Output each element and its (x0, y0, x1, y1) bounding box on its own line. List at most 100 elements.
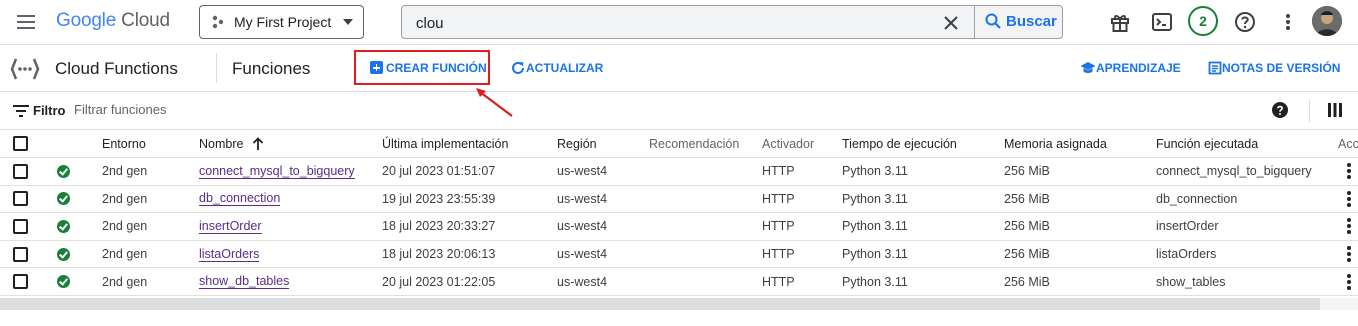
more-vert-icon[interactable] (1276, 10, 1300, 34)
cell-entorno: 2nd gen (102, 247, 148, 262)
cell-memoria: 256 MiB (1004, 247, 1050, 262)
filter-label: Filtro (33, 103, 66, 118)
column-header-tiempo[interactable]: Tiempo de ejecución (842, 130, 957, 157)
status-ok-icon (57, 219, 70, 233)
row-checkbox[interactable] (13, 163, 28, 179)
column-header-region[interactable]: Región (557, 130, 597, 157)
status-ok-icon (57, 164, 70, 178)
function-name-link[interactable]: show_db_tables (199, 274, 290, 290)
learn-button[interactable]: APRENDIZAJE (1080, 61, 1181, 75)
row-checkbox[interactable] (13, 218, 28, 234)
avatar-image (1312, 6, 1342, 36)
cell-tiempo: Python 3.11 (842, 164, 908, 179)
user-avatar[interactable] (1312, 6, 1342, 36)
column-header-nombre[interactable]: Nombre (199, 130, 265, 157)
cell-funcion: db_connection (1156, 191, 1238, 206)
cell-entorno: 2nd gen (102, 191, 148, 206)
cell-tiempo: Python 3.11 (842, 219, 908, 234)
search-button[interactable]: Buscar (984, 12, 1057, 30)
header-divider (216, 53, 217, 83)
cell-entorno: 2nd gen (102, 164, 148, 179)
row-checkbox[interactable] (13, 246, 28, 262)
row-actions-icon[interactable] (1347, 163, 1351, 180)
sort-ascending-icon (253, 136, 264, 150)
status-ok-icon (57, 247, 70, 261)
cell-ultima: 20 jul 2023 01:22:05 (382, 274, 496, 289)
horizontal-scrollbar[interactable] (0, 298, 1320, 310)
cell-funcion: show_tables (1156, 274, 1226, 289)
help-icon[interactable] (1233, 10, 1257, 34)
select-all-checkbox[interactable] (13, 136, 28, 151)
table-row: 2nd gen db_connection 19 jul 2023 23:55:… (0, 186, 1358, 214)
learn-label: APRENDIZAJE (1096, 61, 1181, 75)
column-header-acciones: Acc (1338, 136, 1358, 151)
cell-activador: HTTP (762, 274, 795, 289)
cell-ultima: 20 jul 2023 01:51:07 (382, 164, 496, 179)
cell-memoria: 256 MiB (1004, 274, 1050, 289)
cell-region: us-west4 (557, 164, 608, 179)
search-bar: Buscar (401, 5, 1063, 39)
filter-bar: Filtro (0, 92, 1358, 130)
row-actions-icon[interactable] (1347, 190, 1351, 207)
row-actions-icon[interactable] (1347, 218, 1351, 235)
cell-tiempo: Python 3.11 (842, 191, 908, 206)
column-header-funcion[interactable]: Función ejecutada (1156, 130, 1258, 157)
search-divider (974, 6, 975, 38)
cell-funcion: insertOrder (1156, 219, 1219, 234)
row-checkbox[interactable] (13, 191, 28, 207)
project-selector[interactable]: My First Project (199, 5, 364, 39)
row-actions-icon[interactable] (1347, 246, 1351, 263)
table-row: 2nd gen insertOrder 18 jul 2023 20:33:27… (0, 213, 1358, 241)
product-title: Cloud Functions (55, 59, 178, 78)
table-header-row: Entorno Nombre Última implementación Reg… (0, 130, 1358, 158)
project-dots-icon (212, 15, 224, 29)
filter-input[interactable] (74, 102, 374, 117)
function-name-link[interactable]: db_connection (199, 191, 281, 207)
filter-icon[interactable] (13, 104, 29, 118)
cell-funcion: connect_mysql_to_bigquery (1156, 164, 1312, 179)
column-display-icon[interactable] (1328, 103, 1342, 117)
google-cloud-logo[interactable]: Google Cloud (56, 10, 170, 32)
release-notes-button[interactable]: NOTAS DE VERSIÓN (1208, 61, 1340, 75)
cell-activador: HTTP (762, 191, 795, 206)
cell-ultima: 18 jul 2023 20:33:27 (382, 219, 496, 234)
clear-search-icon[interactable] (942, 14, 960, 32)
add-box-icon (370, 61, 383, 74)
refresh-button[interactable]: ACTUALIZAR (510, 60, 603, 76)
column-header-ultima[interactable]: Última implementación (382, 130, 508, 157)
column-header-activador: Activador (762, 136, 815, 151)
cell-memoria: 256 MiB (1004, 219, 1050, 234)
notifications-badge[interactable]: 2 (1188, 6, 1218, 36)
cell-memoria: 256 MiB (1004, 191, 1050, 206)
create-function-button[interactable]: CREAR FUNCIÓN (354, 50, 490, 85)
search-button-label: Buscar (1006, 12, 1057, 30)
cell-region: us-west4 (557, 247, 608, 262)
cell-entorno: 2nd gen (102, 219, 148, 234)
table-row: 2nd gen show_db_tables 20 jul 2023 01:22… (0, 268, 1358, 296)
column-header-entorno[interactable]: Entorno (102, 130, 146, 157)
gift-icon[interactable] (1108, 10, 1132, 34)
cell-region: us-west4 (557, 274, 608, 289)
search-input[interactable] (416, 13, 936, 33)
cell-ultima: 18 jul 2023 20:06:13 (382, 247, 496, 262)
page-title: Funciones (232, 59, 311, 78)
row-actions-icon[interactable] (1347, 273, 1351, 290)
create-function-label: CREAR FUNCIÓN (386, 60, 487, 75)
cell-tiempo: Python 3.11 (842, 274, 908, 289)
function-name-link[interactable]: insertOrder (199, 219, 262, 234)
product-header: Cloud Functions Funciones CREAR FUNCIÓN … (0, 44, 1358, 92)
row-checkbox[interactable] (13, 274, 28, 290)
function-name-link[interactable]: connect_mysql_to_bigquery (199, 164, 355, 179)
filter-divider (1309, 100, 1310, 122)
cell-activador: HTTP (762, 164, 795, 179)
status-ok-icon (57, 275, 70, 289)
help-circle-icon[interactable] (1272, 102, 1288, 118)
refresh-icon (512, 61, 524, 74)
column-header-memoria[interactable]: Memoria asignada (1004, 130, 1107, 157)
cloud-shell-icon[interactable] (1150, 10, 1174, 34)
cell-region: us-west4 (557, 219, 608, 234)
cell-region: us-west4 (557, 191, 608, 206)
hamburger-menu-icon[interactable] (16, 12, 36, 32)
function-name-link[interactable]: listaOrders (199, 247, 260, 262)
cell-activador: HTTP (762, 247, 795, 262)
